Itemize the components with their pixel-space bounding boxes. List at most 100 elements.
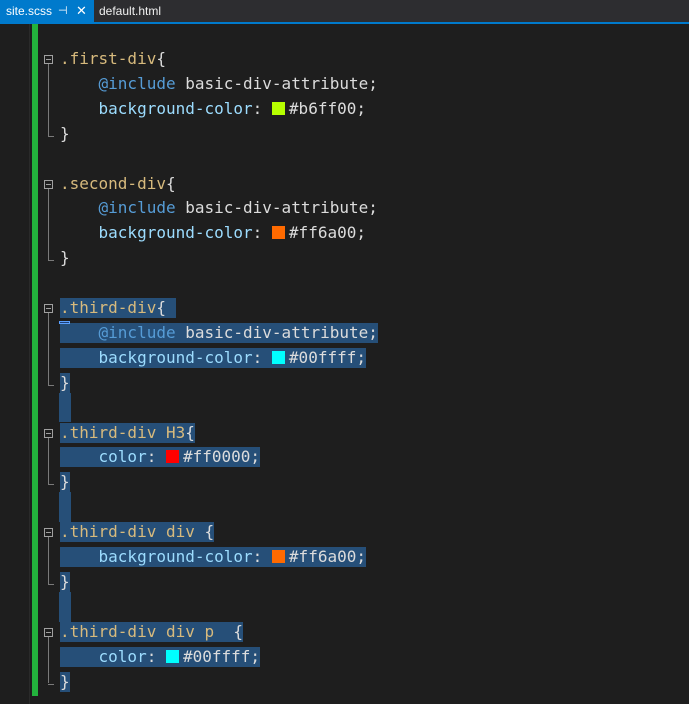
color-swatch	[271, 550, 285, 563]
code-token: ;	[356, 223, 366, 243]
code-token: ;	[368, 322, 378, 342]
fold-guide-line	[48, 537, 49, 584]
code-token: @include	[98, 322, 176, 342]
code-token: #b6ff00	[288, 98, 357, 118]
code-line[interactable]: .third-div{	[60, 298, 176, 318]
code-token: {	[194, 522, 215, 542]
code-editor[interactable]: .first-div{ @include basic-div-attribute…	[0, 0, 689, 704]
code-token: #ff6a00	[288, 223, 357, 243]
code-token: :	[146, 646, 166, 666]
code-line[interactable]: background-color: #b6ff00;	[60, 99, 366, 119]
code-token: background-color	[98, 547, 253, 566]
code-token: div	[156, 522, 195, 542]
code-line[interactable]: @include basic-div-attribute;	[60, 74, 378, 94]
color-swatch	[271, 226, 285, 240]
code-token: ;	[356, 347, 366, 367]
code-token: :	[252, 223, 272, 243]
code-token: .third-div	[60, 422, 157, 442]
code-token: .third-div	[60, 298, 157, 317]
code-line[interactable]: }	[60, 571, 70, 592]
code-token: color	[98, 447, 147, 467]
collapse-region-icon[interactable]	[44, 55, 53, 64]
code-token: }	[60, 671, 70, 691]
code-line[interactable]: @include basic-div-attribute;	[60, 198, 378, 218]
code-line[interactable]: }	[60, 248, 70, 268]
code-token: }	[60, 248, 70, 268]
collapse-region-icon[interactable]	[44, 528, 53, 538]
code-line[interactable]: .third-div div p {	[60, 621, 244, 642]
collapse-region-icon[interactable]	[44, 627, 53, 637]
code-line[interactable]: .third-div H3{	[60, 422, 195, 443]
code-token: background-color	[98, 223, 253, 243]
fold-guide-line	[48, 437, 49, 485]
fold-guide-end	[48, 484, 54, 486]
code-line[interactable]: }	[60, 472, 70, 493]
code-token: ;	[250, 447, 261, 467]
code-token: basic-div-attribute	[175, 198, 369, 218]
code-token: @include	[98, 198, 176, 218]
code-line[interactable]: background-color: #00ffff;	[60, 347, 366, 368]
fold-guide-line	[48, 188, 49, 261]
code-token: background-color	[98, 98, 253, 118]
code-line[interactable]: .third-div div {	[60, 522, 215, 543]
fold-guide-end	[48, 135, 54, 137]
code-token: #00ffff	[182, 646, 251, 666]
code-token: #ff6a00	[288, 547, 357, 566]
code-token: }	[60, 571, 70, 591]
code-line[interactable]: @include basic-div-attribute;	[60, 322, 378, 343]
code-token: }	[60, 472, 70, 492]
fold-guide-end	[48, 683, 54, 685]
code-token: div p	[156, 621, 215, 641]
code-token: {	[214, 621, 244, 641]
code-token: :	[252, 547, 272, 566]
code-line[interactable]: background-color: #ff6a00;	[60, 547, 366, 567]
fold-guide-line	[48, 313, 49, 385]
selection-connector	[59, 392, 71, 423]
color-swatch	[271, 350, 285, 364]
code-line[interactable]: .first-div{	[60, 49, 166, 69]
code-token: {	[156, 49, 166, 68]
code-token: H3	[156, 422, 186, 442]
code-token: ;	[368, 198, 378, 218]
fold-guide-line	[48, 636, 49, 684]
fold-guide-end	[48, 260, 54, 262]
code-line[interactable]: color: #ff0000;	[60, 447, 261, 468]
code-token: #00ffff	[288, 347, 357, 367]
fold-guide-end	[48, 583, 54, 585]
code-line[interactable]: color: #00ffff;	[60, 646, 261, 667]
code-token: }	[60, 123, 70, 143]
code-line[interactable]: .second-div{	[60, 174, 176, 194]
code-token: :	[252, 347, 272, 367]
color-swatch	[165, 649, 179, 663]
code-token: {	[185, 422, 195, 442]
code-token: ;	[356, 547, 366, 566]
code-token: ;	[250, 646, 261, 666]
code-token: basic-div-attribute	[175, 322, 369, 342]
collapse-region-icon[interactable]	[44, 304, 53, 313]
code-token: ;	[356, 98, 366, 118]
code-token: }	[60, 372, 70, 392]
collapse-region-icon[interactable]	[44, 428, 53, 438]
collapse-region-icon[interactable]	[44, 179, 53, 189]
code-token: :	[252, 98, 272, 118]
selection-connector	[59, 492, 71, 523]
code-token: {	[165, 173, 176, 193]
text-caret	[59, 321, 70, 324]
code-token: {	[156, 298, 176, 317]
code-line[interactable]: }	[60, 671, 70, 692]
code-token: color	[98, 646, 147, 666]
code-line[interactable]: }	[60, 124, 70, 144]
selection-connector	[59, 591, 71, 622]
code-token: .third-div	[60, 522, 157, 542]
code-line[interactable]: background-color: #ff6a00;	[60, 223, 366, 243]
code-token: ;	[368, 73, 378, 93]
code-line[interactable]: }	[60, 372, 70, 393]
code-token: basic-div-attribute	[175, 73, 369, 93]
